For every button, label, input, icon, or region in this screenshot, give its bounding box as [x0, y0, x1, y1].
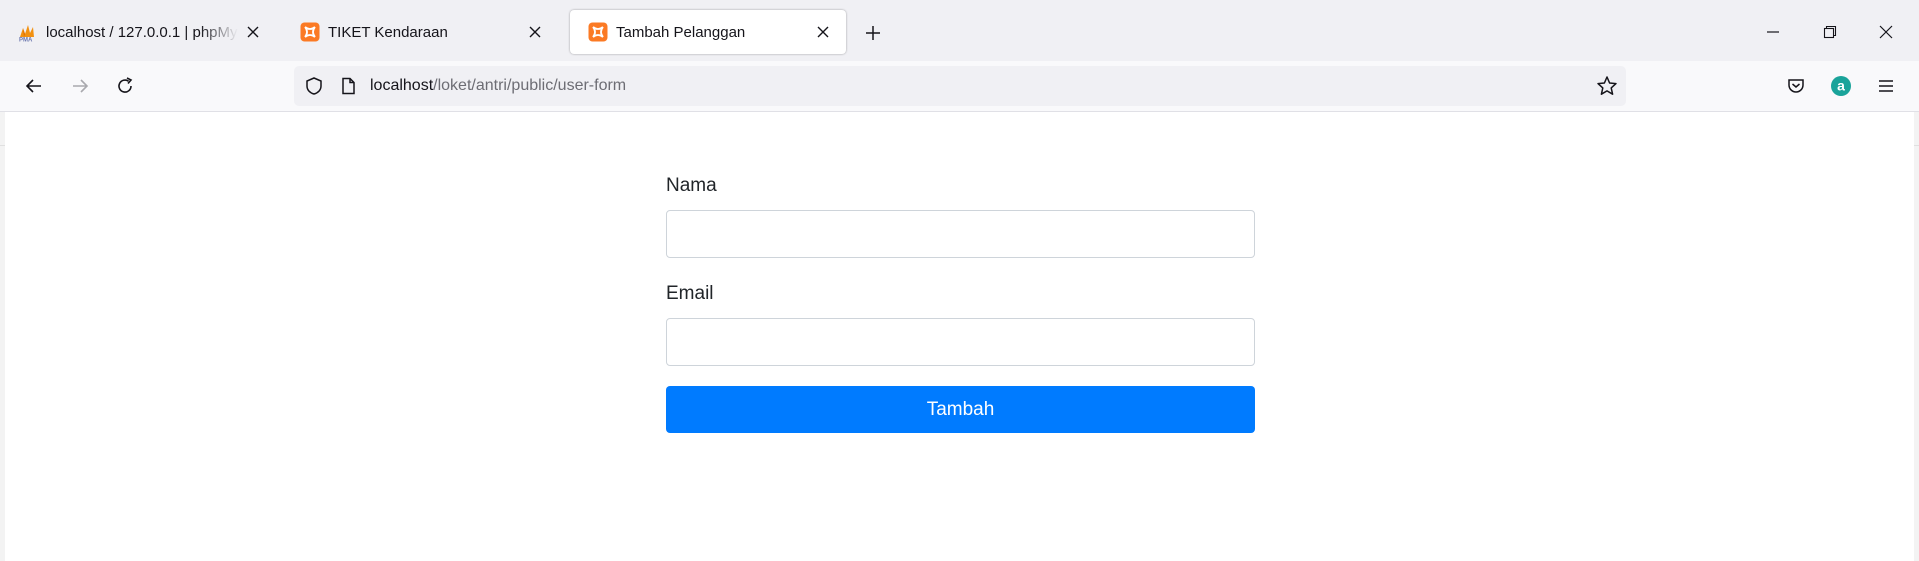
email-input[interactable] [666, 318, 1255, 366]
email-label: Email [666, 283, 714, 304]
back-arrow-icon[interactable] [20, 72, 48, 100]
tab-phpmyadmin[interactable]: PMA localhost / 127.0.0.1 | phpMyAdmin [0, 10, 276, 54]
url-text[interactable]: localhost/loket/antri/public/user-form [370, 76, 626, 96]
window-close-icon[interactable] [1872, 18, 1900, 46]
phpmyadmin-icon: PMA [18, 22, 38, 42]
reload-icon[interactable] [111, 72, 139, 100]
navigation-toolbar: localhost/loket/antri/public/user-form a [0, 61, 1919, 112]
tab-tiket-kendaraan[interactable]: TIKET Kendaraan [282, 10, 558, 54]
pocket-icon[interactable] [1782, 72, 1810, 100]
page-icon[interactable] [338, 76, 358, 96]
profile-avatar[interactable]: a [1827, 72, 1855, 100]
forward-arrow-icon[interactable] [66, 72, 94, 100]
xampp-icon [588, 22, 608, 42]
name-input[interactable] [666, 210, 1255, 258]
tab-strip: PMA localhost / 127.0.0.1 | phpMyAdmin T… [0, 0, 1919, 61]
menu-icon[interactable] [1872, 72, 1900, 100]
bookmark-star-icon[interactable] [1596, 75, 1618, 97]
url-host: localhost [370, 77, 434, 94]
url-path: /loket/antri/public/user-form [433, 77, 627, 94]
profile-letter: a [1837, 78, 1845, 94]
new-tab-button[interactable] [860, 20, 886, 46]
add-customer-form: Nama Email Tambah [666, 172, 1255, 433]
svg-text:PMA: PMA [19, 38, 33, 43]
content-right-edge [1914, 112, 1919, 561]
divider [1914, 145, 1919, 146]
tab-title: Tambah Pelanggan [616, 23, 746, 41]
tab-tambah-pelanggan[interactable]: Tambah Pelanggan [570, 10, 846, 54]
address-bar[interactable]: localhost/loket/antri/public/user-form [294, 66, 1626, 106]
submit-button[interactable]: Tambah [666, 386, 1255, 433]
minimize-icon[interactable] [1759, 18, 1787, 46]
close-icon[interactable] [526, 23, 544, 41]
name-label: Nama [666, 175, 717, 196]
tab-title: TIKET Kendaraan [328, 23, 448, 41]
tab-title: localhost / 127.0.0.1 | phpMyAdmin [46, 23, 238, 41]
close-icon[interactable] [814, 23, 832, 41]
restore-icon[interactable] [1816, 18, 1844, 46]
shield-icon[interactable] [304, 76, 324, 96]
close-icon[interactable] [244, 23, 262, 41]
xampp-icon [300, 22, 320, 42]
